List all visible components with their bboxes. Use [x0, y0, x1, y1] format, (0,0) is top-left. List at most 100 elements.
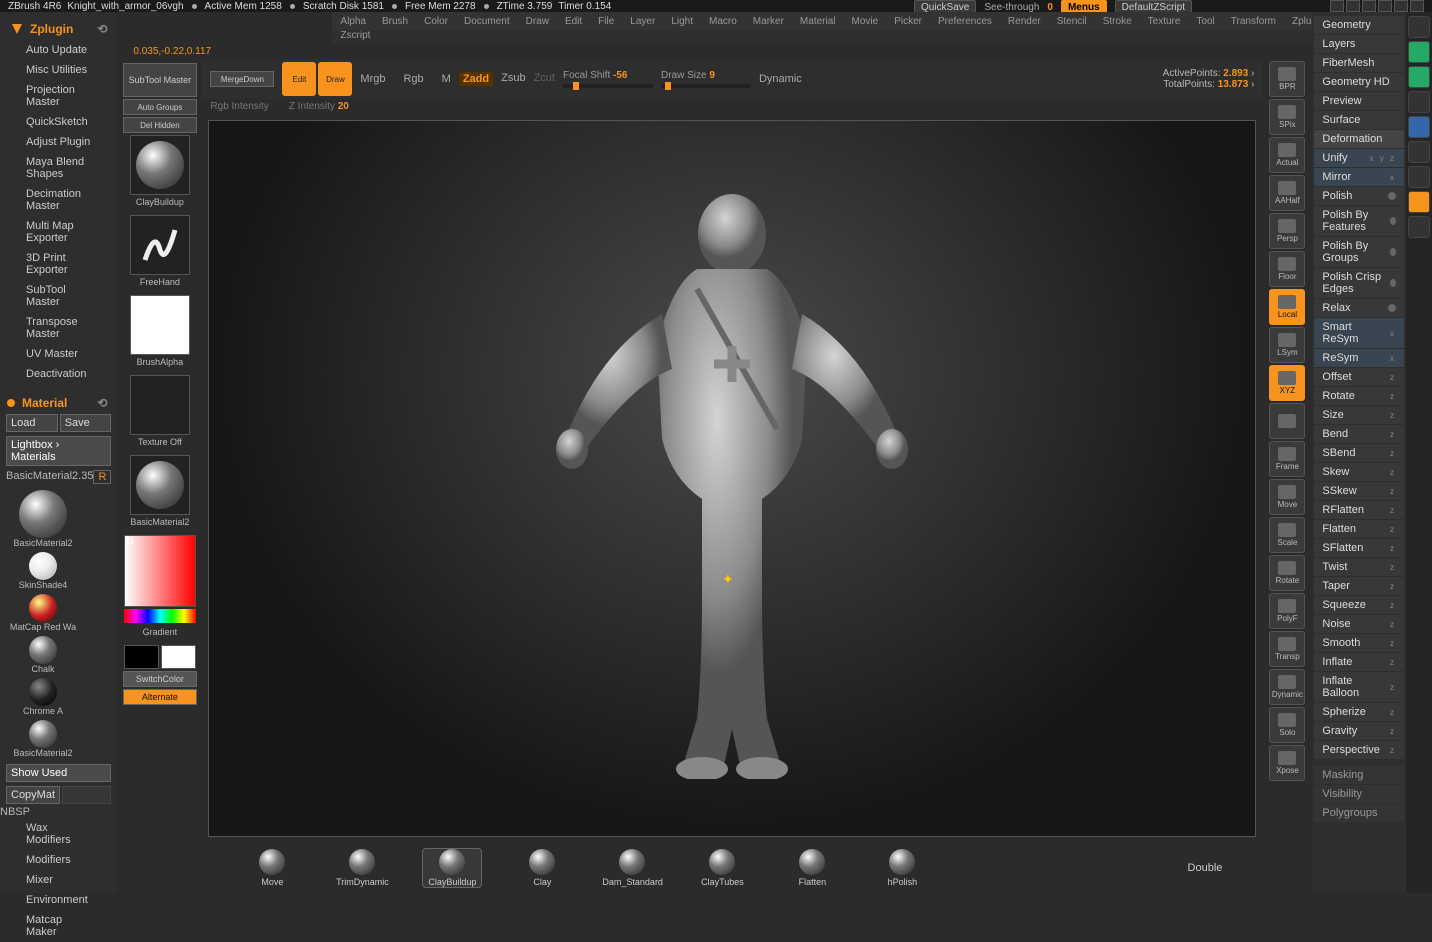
material-header[interactable]: Material ⟲ — [0, 390, 117, 412]
dock-transp[interactable]: Transp — [1269, 631, 1305, 667]
right-section[interactable]: Layers — [1314, 35, 1404, 53]
deform-slider[interactable]: Inflatez — [1314, 653, 1404, 671]
load-button[interactable]: Load — [6, 414, 58, 432]
zplugin-item[interactable]: Transpose Master — [0, 312, 117, 344]
material-extra-item[interactable]: Environment — [0, 890, 117, 910]
color-picker[interactable] — [124, 535, 196, 607]
breadcrumb[interactable]: Zscript — [332, 30, 1312, 44]
viewport[interactable]: ✦ — [208, 120, 1256, 837]
deform-slider[interactable]: Skewz — [1314, 463, 1404, 481]
copymat-button[interactable]: CopyMat — [6, 786, 60, 804]
dock-bpr[interactable]: BPR — [1269, 61, 1305, 97]
alternate-button[interactable]: Alternate — [123, 689, 197, 705]
material-thumb[interactable]: BasicMaterial2 — [8, 720, 78, 758]
zplugin-item[interactable]: Decimation Master — [0, 184, 117, 216]
dock-xyz[interactable]: XYZ — [1269, 365, 1305, 401]
zplugin-item[interactable]: UV Master — [0, 344, 117, 364]
menu-item[interactable]: Layer — [630, 16, 655, 27]
deform-slider[interactable]: RFlattenz — [1314, 501, 1404, 519]
dock-frame[interactable]: Frame — [1269, 441, 1305, 477]
material-extra-item[interactable]: Mixer — [0, 870, 117, 890]
zplugin-item[interactable]: Deactivation — [0, 364, 117, 384]
deform-slider[interactable]: SSkewz — [1314, 482, 1404, 500]
polish-row[interactable]: Polish Crisp Edges — [1314, 268, 1404, 298]
menu-item[interactable]: Stroke — [1103, 16, 1132, 27]
deform-slider[interactable]: SBendz — [1314, 444, 1404, 462]
draw-size-slider[interactable]: Draw Size 9 — [661, 70, 751, 88]
dock-actual[interactable]: Actual — [1269, 137, 1305, 173]
subtool-master-button[interactable]: SubTool Master — [123, 63, 197, 97]
deform-slider[interactable]: Spherizez — [1314, 703, 1404, 721]
unify-row[interactable]: Unifyx y z — [1314, 149, 1404, 167]
material-extra-item[interactable]: Matcap Maker — [0, 910, 117, 942]
polish-row[interactable]: Polish By Groups — [1314, 237, 1404, 267]
dock-dynamic[interactable]: Dynamic — [1269, 669, 1305, 705]
bw-swatches[interactable] — [124, 645, 196, 669]
show-used-button[interactable]: Show Used — [6, 764, 111, 782]
menu-item[interactable]: Edit — [565, 16, 582, 27]
zplugin-item[interactable]: Misc Utilities — [0, 60, 117, 80]
menu-item[interactable]: Brush — [382, 16, 408, 27]
zplugin-item[interactable]: Adjust Plugin — [0, 132, 117, 152]
zplugin-item[interactable]: QuickSketch — [0, 112, 117, 132]
zplugin-item[interactable]: 3D Print Exporter — [0, 248, 117, 280]
material-thumb[interactable]: Chrome A — [8, 678, 78, 716]
zplugin-item[interactable]: SubTool Master — [0, 280, 117, 312]
dock-persp[interactable]: Persp — [1269, 213, 1305, 249]
deform-slider[interactable]: SFlattenz — [1314, 539, 1404, 557]
dock-polyf[interactable]: PolyF — [1269, 593, 1305, 629]
tray-brush[interactable]: ClayTubes — [692, 849, 752, 887]
menu-item[interactable]: Marker — [753, 16, 784, 27]
deform-slider[interactable]: Inflate Balloonz — [1314, 672, 1404, 702]
dock-local[interactable]: Local — [1269, 289, 1305, 325]
right-bottom-item[interactable]: Masking — [1314, 766, 1404, 784]
shelf-icon[interactable] — [1408, 66, 1430, 88]
smart-resym-row[interactable]: Smart ReSymx — [1314, 318, 1404, 348]
menu-item[interactable]: Material — [800, 16, 836, 27]
shelf-icon[interactable] — [1408, 216, 1430, 238]
tray-brush[interactable]: hPolish — [872, 849, 932, 887]
deform-slider[interactable]: Smoothz — [1314, 634, 1404, 652]
menu-item[interactable]: Color — [424, 16, 448, 27]
right-bottom-item[interactable]: Polygroups — [1314, 804, 1404, 822]
deform-slider[interactable]: Twistz — [1314, 558, 1404, 576]
zadd-button[interactable]: Zadd — [459, 72, 493, 86]
collapse-icon[interactable]: ⟲ — [97, 22, 107, 36]
material-extra-item[interactable]: Wax Modifiers — [0, 818, 117, 850]
dock-rotate[interactable]: Rotate — [1269, 555, 1305, 591]
menu-item[interactable]: Render — [1008, 16, 1041, 27]
r-toggle[interactable]: R — [93, 470, 111, 484]
collapse-icon[interactable]: ⟲ — [97, 396, 107, 410]
deform-slider[interactable]: Rotatez — [1314, 387, 1404, 405]
material-extra-item[interactable]: Modifiers — [0, 850, 117, 870]
save-button[interactable]: Save — [60, 414, 112, 432]
tray-brush[interactable]: Move — [242, 849, 302, 887]
material-thumb[interactable]: SkinShade4 — [8, 552, 78, 590]
polish-row[interactable]: Relax — [1314, 299, 1404, 317]
delhidden-button[interactable]: Del Hidden — [123, 117, 197, 133]
shelf-icon[interactable] — [1408, 166, 1430, 188]
deform-slider[interactable]: Noisez — [1314, 615, 1404, 633]
menu-item[interactable]: Draw — [526, 16, 549, 27]
shelf-icon[interactable] — [1408, 41, 1430, 63]
tray-brush[interactable]: Clay — [512, 849, 572, 887]
brush-swatch[interactable] — [130, 135, 190, 195]
tray-double[interactable]: Double — [1188, 862, 1223, 874]
window-controls[interactable] — [1330, 0, 1424, 12]
rgb-mode[interactable]: Rgb — [403, 73, 423, 85]
menu-item[interactable]: Texture — [1148, 16, 1181, 27]
right-section[interactable]: Surface — [1314, 111, 1404, 129]
texture-swatch[interactable] — [130, 375, 190, 435]
tray-brush[interactable]: ClayBuildup — [422, 848, 482, 888]
deform-slider[interactable]: Sizez — [1314, 406, 1404, 424]
right-section[interactable]: Geometry — [1314, 16, 1404, 34]
zplugin-item[interactable]: Maya Blend Shapes — [0, 152, 117, 184]
deform-slider[interactable]: Perspectivez — [1314, 741, 1404, 759]
base-material-row[interactable]: BasicMaterial2.35 R — [0, 468, 117, 486]
dock-floor[interactable]: Floor — [1269, 251, 1305, 287]
dock-lsym[interactable]: LSym — [1269, 327, 1305, 363]
shelf-icon[interactable] — [1408, 91, 1430, 113]
menu-item[interactable]: Document — [464, 16, 510, 27]
deform-slider[interactable]: Bendz — [1314, 425, 1404, 443]
menu-item[interactable]: Picker — [894, 16, 922, 27]
